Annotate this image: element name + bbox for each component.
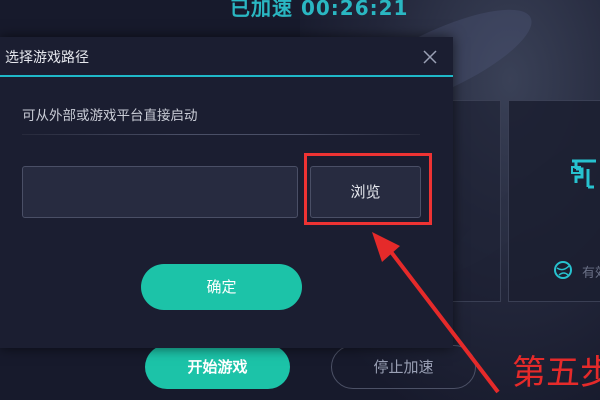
tool-icon xyxy=(571,159,596,189)
close-icon[interactable] xyxy=(420,47,440,67)
dialog-header: 选择游戏路径 xyxy=(0,37,453,77)
game-card-middle[interactable] xyxy=(452,100,501,302)
step-label: 第五步 xyxy=(512,353,600,393)
acceleration-timer: 已加速 00:26:21 xyxy=(230,0,409,20)
confirm-button[interactable]: 确定 xyxy=(141,264,302,310)
highlight-box xyxy=(304,153,432,225)
globe-icon xyxy=(554,261,572,279)
game-path-input[interactable] xyxy=(22,166,298,218)
card-status-text: 有效 xyxy=(582,266,600,281)
start-game-button[interactable]: 开始游戏 xyxy=(145,345,290,389)
stop-acceleration-button[interactable]: 停止加速 xyxy=(331,345,476,389)
dialog-title: 选择游戏路径 xyxy=(5,50,89,66)
dialog-description: 可从外部或游戏平台直接启动 xyxy=(22,108,198,124)
divider xyxy=(22,134,420,135)
